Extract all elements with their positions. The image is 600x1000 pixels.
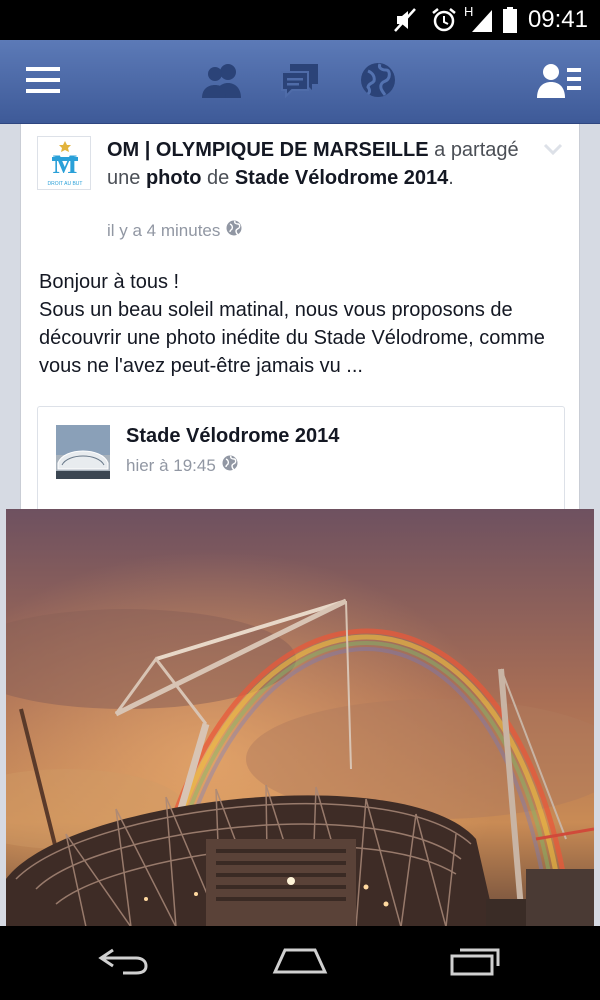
object-link[interactable]: photo <box>146 167 202 189</box>
battery-icon <box>502 6 518 39</box>
svg-text:DROIT AU BUT: DROIT AU BUT <box>48 181 83 187</box>
friend-requests-icon <box>201 62 243 103</box>
svg-text:M: M <box>53 150 78 179</box>
shared-photo[interactable] <box>6 509 594 926</box>
signal-icon <box>470 6 494 39</box>
page-avatar[interactable]: M DROIT AU BUT <box>37 136 91 190</box>
notifications-globe-icon <box>360 62 396 103</box>
back-button[interactable] <box>64 926 184 1000</box>
story-options-button[interactable] <box>543 142 563 161</box>
news-feed: M DROIT AU BUT OM | OLYMPIQUE DE MARSEIL… <box>0 124 600 926</box>
story-meta: il y a 4 minutes <box>107 220 242 241</box>
recent-apps-button[interactable] <box>416 926 536 1000</box>
alarm-icon <box>430 6 458 39</box>
android-nav-bar <box>0 926 600 1000</box>
public-globe-icon <box>226 220 242 241</box>
menu-icon <box>26 66 60 99</box>
post-message: Bonjour à tous ! Sous un beau soleil mat… <box>39 271 545 377</box>
chevron-down-icon <box>543 143 563 160</box>
menu-button[interactable] <box>10 40 76 124</box>
om-logo-icon: M DROIT AU BUT <box>48 141 83 187</box>
friend-requests-button[interactable] <box>192 40 252 124</box>
album-title[interactable]: Stade Vélodrome 2014 <box>126 425 339 448</box>
story-header: OM | OLYMPIQUE DE MARSEILLE a partagé un… <box>107 136 547 192</box>
notifications-button[interactable] <box>348 40 408 124</box>
author-link[interactable]: OM | OLYMPIQUE DE MARSEILLE <box>107 139 429 161</box>
target-link[interactable]: Stade Vélodrome 2014 <box>235 167 448 189</box>
friends-list-button[interactable] <box>526 40 592 124</box>
home-button[interactable] <box>240 926 360 1000</box>
mute-icon <box>392 6 418 39</box>
clock: 09:41 <box>527 6 588 33</box>
top-nav-bar <box>0 40 600 124</box>
period: . <box>448 167 454 189</box>
messages-button[interactable] <box>270 40 330 124</box>
home-icon <box>271 946 329 981</box>
friends-list-icon <box>537 62 581 103</box>
album-meta: hier à 19:45 <box>126 455 238 476</box>
post-timestamp[interactable]: il y a 4 minutes <box>107 221 220 241</box>
back-arrow-icon <box>97 946 151 981</box>
action-word: a <box>434 139 446 161</box>
story-card: M DROIT AU BUT OM | OLYMPIQUE DE MARSEIL… <box>20 124 580 546</box>
public-globe-icon <box>222 455 238 476</box>
messages-icon <box>280 62 320 103</box>
preposition: de <box>207 167 230 189</box>
status-bar: H 09:41 <box>0 0 600 40</box>
album-thumbnail <box>56 425 110 479</box>
recent-apps-icon <box>450 946 502 981</box>
album-timestamp[interactable]: hier à 19:45 <box>126 456 216 476</box>
